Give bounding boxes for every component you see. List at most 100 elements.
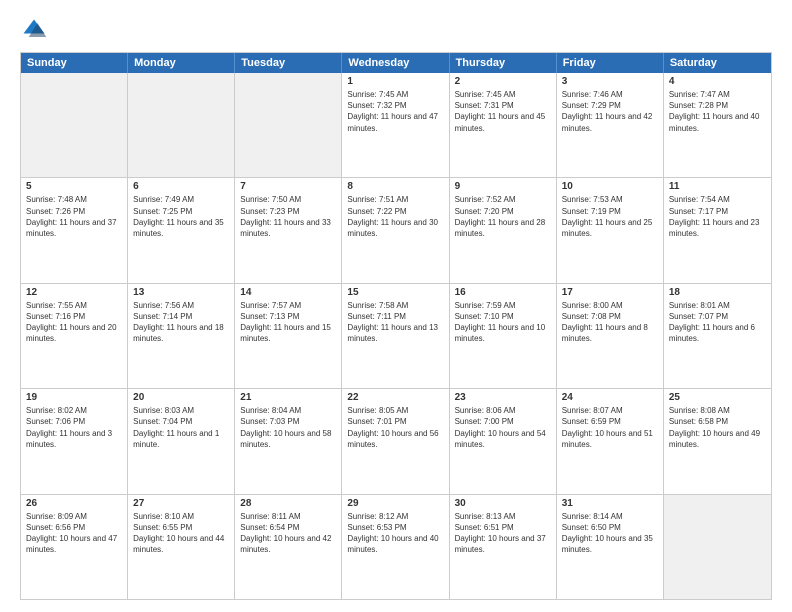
header-day-thursday: Thursday [450,53,557,73]
day-number: 17 [562,287,658,298]
day-number: 13 [133,287,229,298]
header-day-wednesday: Wednesday [342,53,449,73]
day-number: 24 [562,392,658,403]
calendar-cell: 23 Sunrise: 8:06 AM Sunset: 7:00 PM Dayli… [450,389,557,493]
day-number: 4 [669,76,766,87]
day-number: 14 [240,287,336,298]
calendar-row-5: 26Sunrise: 8:09 AM Sunset: 6:56 PM Dayli… [21,494,771,599]
day-number: 8 [347,181,443,192]
cell-info: Sunrise: 8:00 AM Sunset: 7:08 PM Dayligh… [562,300,658,345]
day-number: 19 [26,392,122,403]
day-number: 5 [26,181,122,192]
calendar-cell: 8Sunrise: 7:51 AM Sunset: 7:22 PM Daylig… [342,178,449,282]
day-number: 1 [347,76,443,87]
cell-info: Sunrise: 7:49 AM Sunset: 7:25 PM Dayligh… [133,194,229,239]
day-number: 20 [133,392,229,403]
cell-info: Sunrise: 8:11 AM Sunset: 6:54 PM Dayligh… [240,511,336,556]
cell-info: Sunrise: 7:52 AM Sunset: 7:20 PM Dayligh… [455,194,551,239]
cell-info: Sunrise: 8:10 AM Sunset: 6:55 PM Dayligh… [133,511,229,556]
day-number: 23 [455,392,551,403]
cell-info: Sunrise: 7:59 AM Sunset: 7:10 PM Dayligh… [455,300,551,345]
day-number: 29 [347,498,443,509]
calendar-cell: 29Sunrise: 8:12 AM Sunset: 6:53 PM Dayli… [342,495,449,599]
calendar-cell: 16Sunrise: 7:59 AM Sunset: 7:10 PM Dayli… [450,284,557,388]
header-day-sunday: Sunday [21,53,128,73]
cell-info: Sunrise: 7:46 AM Sunset: 7:29 PM Dayligh… [562,89,658,134]
header-day-friday: Friday [557,53,664,73]
calendar-cell: 2 Sunrise: 7:45 AM Sunset: 7:31 PM Daylig… [450,73,557,177]
calendar-cell: 4 Sunrise: 7:47 AM Sunset: 7:28 PM Daylig… [664,73,771,177]
cell-info: Sunrise: 8:01 AM Sunset: 7:07 PM Dayligh… [669,300,766,345]
cell-info: Sunrise: 7:47 AM Sunset: 7:28 PM Dayligh… [669,89,766,134]
calendar-cell: 11 Sunrise: 7:54 AM Sunset: 7:17 PM Dayli… [664,178,771,282]
cell-info: Sunrise: 8:08 AM Sunset: 6:58 PM Dayligh… [669,405,766,450]
day-number: 10 [562,181,658,192]
calendar-cell: 30Sunrise: 8:13 AM Sunset: 6:51 PM Dayli… [450,495,557,599]
cell-info: Sunrise: 8:05 AM Sunset: 7:01 PM Dayligh… [347,405,443,450]
calendar-cell: 28 Sunrise: 8:11 AM Sunset: 6:54 PM Dayli… [235,495,342,599]
calendar-cell: 3 Sunrise: 7:46 AM Sunset: 7:29 PM Daylig… [557,73,664,177]
calendar-cell: 20 Sunrise: 8:03 AM Sunset: 7:04 PM Dayli… [128,389,235,493]
calendar-cell: 7 Sunrise: 7:50 AM Sunset: 7:23 PM Daylig… [235,178,342,282]
calendar-cell: 31Sunrise: 8:14 AM Sunset: 6:50 PM Dayli… [557,495,664,599]
day-number: 3 [562,76,658,87]
cell-info: Sunrise: 8:06 AM Sunset: 7:00 PM Dayligh… [455,405,551,450]
day-number: 12 [26,287,122,298]
cell-info: Sunrise: 8:03 AM Sunset: 7:04 PM Dayligh… [133,405,229,450]
day-number: 7 [240,181,336,192]
day-number: 31 [562,498,658,509]
day-number: 15 [347,287,443,298]
cell-info: Sunrise: 8:13 AM Sunset: 6:51 PM Dayligh… [455,511,551,556]
calendar-cell: 17 Sunrise: 8:00 AM Sunset: 7:08 PM Dayli… [557,284,664,388]
calendar-cell: 12 Sunrise: 7:55 AM Sunset: 7:16 PM Dayli… [21,284,128,388]
day-number: 21 [240,392,336,403]
calendar-row-2: 5 Sunrise: 7:48 AM Sunset: 7:26 PM Daylig… [21,177,771,282]
day-number: 18 [669,287,766,298]
cell-info: Sunrise: 7:56 AM Sunset: 7:14 PM Dayligh… [133,300,229,345]
calendar-cell: 10 Sunrise: 7:53 AM Sunset: 7:19 PM Dayli… [557,178,664,282]
day-number: 26 [26,498,122,509]
calendar-cell [235,73,342,177]
calendar-cell [664,495,771,599]
day-number: 28 [240,498,336,509]
calendar-row-3: 12 Sunrise: 7:55 AM Sunset: 7:16 PM Dayli… [21,283,771,388]
day-number: 9 [455,181,551,192]
cell-info: Sunrise: 7:50 AM Sunset: 7:23 PM Dayligh… [240,194,336,239]
logo-icon [20,16,48,44]
header [20,16,772,44]
calendar-cell: 19 Sunrise: 8:02 AM Sunset: 7:06 PM Dayli… [21,389,128,493]
calendar-cell: 22 Sunrise: 8:05 AM Sunset: 7:01 PM Dayli… [342,389,449,493]
calendar-cell: 9 Sunrise: 7:52 AM Sunset: 7:20 PM Daylig… [450,178,557,282]
calendar-cell: 26Sunrise: 8:09 AM Sunset: 6:56 PM Dayli… [21,495,128,599]
day-number: 11 [669,181,766,192]
calendar-cell: 25Sunrise: 8:08 AM Sunset: 6:58 PM Dayli… [664,389,771,493]
cell-info: Sunrise: 7:45 AM Sunset: 7:32 PM Dayligh… [347,89,443,134]
cell-info: Sunrise: 7:45 AM Sunset: 7:31 PM Dayligh… [455,89,551,134]
header-day-saturday: Saturday [664,53,771,73]
calendar-cell: 14 Sunrise: 7:57 AM Sunset: 7:13 PM Dayli… [235,284,342,388]
calendar-cell: 1 Sunrise: 7:45 AM Sunset: 7:32 PM Daylig… [342,73,449,177]
header-day-tuesday: Tuesday [235,53,342,73]
cell-info: Sunrise: 7:57 AM Sunset: 7:13 PM Dayligh… [240,300,336,345]
calendar-cell: 18 Sunrise: 8:01 AM Sunset: 7:07 PM Dayli… [664,284,771,388]
page: SundayMondayTuesdayWednesdayThursdayFrid… [0,0,792,612]
calendar-cell: 24Sunrise: 8:07 AM Sunset: 6:59 PM Dayli… [557,389,664,493]
calendar-cell: 21Sunrise: 8:04 AM Sunset: 7:03 PM Dayli… [235,389,342,493]
calendar-cell: 27Sunrise: 8:10 AM Sunset: 6:55 PM Dayli… [128,495,235,599]
calendar-row-1: 1 Sunrise: 7:45 AM Sunset: 7:32 PM Daylig… [21,73,771,177]
cell-info: Sunrise: 8:02 AM Sunset: 7:06 PM Dayligh… [26,405,122,450]
calendar-row-4: 19 Sunrise: 8:02 AM Sunset: 7:06 PM Dayli… [21,388,771,493]
cell-info: Sunrise: 7:48 AM Sunset: 7:26 PM Dayligh… [26,194,122,239]
cell-info: Sunrise: 7:54 AM Sunset: 7:17 PM Dayligh… [669,194,766,239]
calendar-cell [21,73,128,177]
calendar: SundayMondayTuesdayWednesdayThursdayFrid… [20,52,772,600]
calendar-cell: 15Sunrise: 7:58 AM Sunset: 7:11 PM Dayli… [342,284,449,388]
day-number: 2 [455,76,551,87]
cell-info: Sunrise: 7:55 AM Sunset: 7:16 PM Dayligh… [26,300,122,345]
calendar-body: 1 Sunrise: 7:45 AM Sunset: 7:32 PM Daylig… [21,73,771,599]
day-number: 6 [133,181,229,192]
calendar-cell [128,73,235,177]
cell-info: Sunrise: 7:53 AM Sunset: 7:19 PM Dayligh… [562,194,658,239]
calendar-cell: 13 Sunrise: 7:56 AM Sunset: 7:14 PM Dayli… [128,284,235,388]
day-number: 22 [347,392,443,403]
